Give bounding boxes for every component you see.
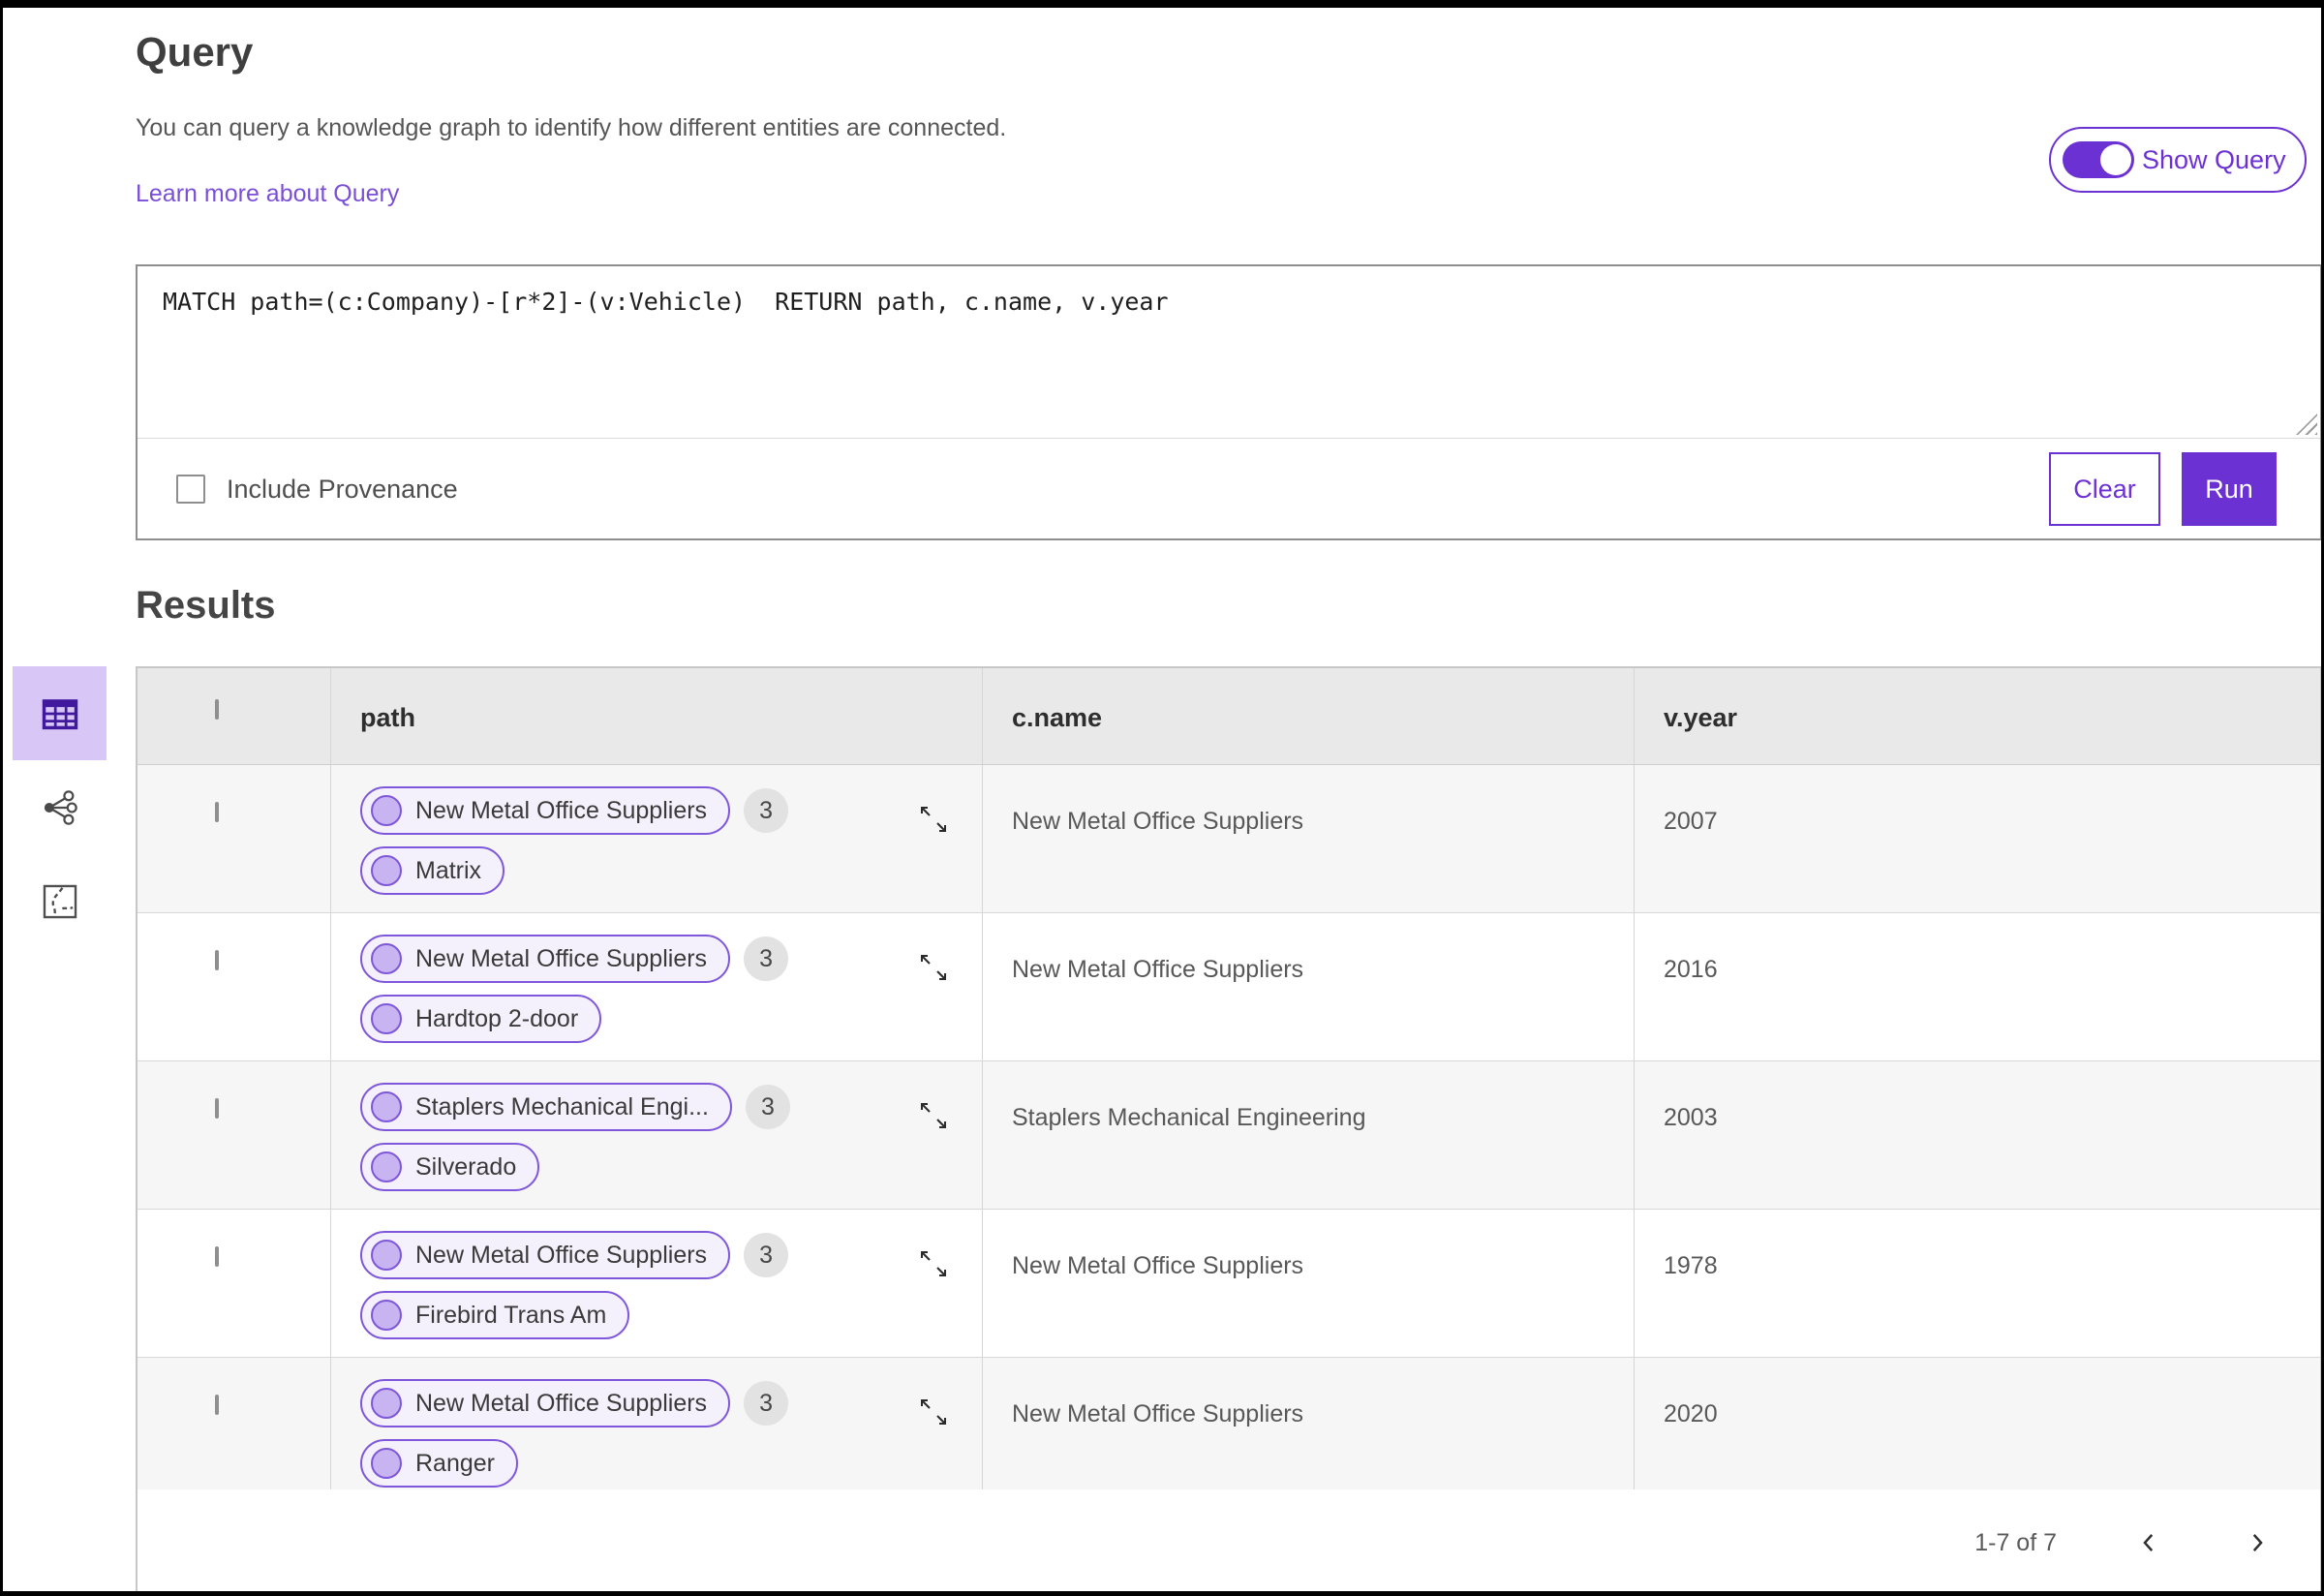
table-row: New Metal Office Suppliers 3 Ranger New … bbox=[138, 1358, 2320, 1489]
pagination-range: 1-7 of 7 bbox=[1974, 1528, 2057, 1556]
node-dot-icon bbox=[371, 943, 402, 974]
expand-path-icon[interactable] bbox=[916, 950, 951, 985]
path-start-node-pill[interactable]: Staplers Mechanical Engi... bbox=[360, 1083, 732, 1131]
run-button[interactable]: Run bbox=[2182, 452, 2277, 526]
path-end-node-pill[interactable]: Silverado bbox=[360, 1143, 540, 1191]
node-dot-icon bbox=[371, 1091, 402, 1122]
cname-cell: Staplers Mechanical Engineering bbox=[983, 1061, 1635, 1209]
node-dot-icon bbox=[371, 1448, 402, 1479]
column-header-cname[interactable]: c.name bbox=[983, 668, 1635, 764]
path-end-node-pill[interactable]: Hardtop 2-door bbox=[360, 995, 602, 1043]
path-start-label: New Metal Office Suppliers bbox=[415, 1389, 708, 1417]
include-provenance-control[interactable]: Include Provenance bbox=[176, 475, 458, 505]
table-footer: 1-7 of 7 bbox=[138, 1489, 2320, 1591]
path-hop-count-badge: 3 bbox=[744, 788, 789, 833]
include-provenance-checkbox[interactable] bbox=[176, 475, 205, 504]
node-dot-icon bbox=[371, 855, 402, 886]
path-start-node-pill[interactable]: New Metal Office Suppliers bbox=[360, 786, 731, 835]
path-end-label: Firebird Trans Am bbox=[415, 1301, 607, 1329]
graph-view-button[interactable] bbox=[13, 760, 107, 854]
node-dot-icon bbox=[371, 1240, 402, 1271]
table-row: Staplers Mechanical Engi... 3 Silverado bbox=[138, 1061, 2320, 1210]
path-hop-count-badge: 3 bbox=[744, 1381, 789, 1426]
path-end-label: Ranger bbox=[415, 1449, 495, 1477]
show-query-label: Show Query bbox=[2142, 144, 2286, 174]
path-start-label: New Metal Office Suppliers bbox=[415, 796, 708, 824]
graph-icon bbox=[41, 788, 79, 827]
cname-cell: New Metal Office Suppliers bbox=[983, 913, 1635, 1060]
row-checkbox[interactable] bbox=[215, 802, 219, 822]
page-title: Query bbox=[136, 29, 254, 75]
query-panel: MATCH path=(c:Company)-[r*2]-(v:Vehicle)… bbox=[136, 264, 2321, 540]
path-end-node-pill[interactable]: Matrix bbox=[360, 846, 505, 895]
path-start-node-pill[interactable]: New Metal Office Suppliers bbox=[360, 1379, 731, 1427]
path-end-node-pill[interactable]: Firebird Trans Am bbox=[360, 1291, 630, 1339]
column-header-vyear[interactable]: v.year bbox=[1635, 668, 2320, 764]
vyear-cell: 1978 bbox=[1664, 1252, 1718, 1279]
table-view-button[interactable] bbox=[13, 666, 107, 760]
clear-button[interactable]: Clear bbox=[2049, 452, 2160, 526]
select-all-checkbox[interactable] bbox=[215, 699, 219, 720]
column-header-path[interactable]: path bbox=[331, 668, 983, 764]
row-checkbox[interactable] bbox=[215, 1098, 219, 1119]
toggle-knob bbox=[2100, 144, 2131, 175]
page-description: You can query a knowledge graph to ident… bbox=[136, 114, 1007, 141]
path-end-label: Matrix bbox=[415, 856, 482, 884]
node-dot-icon bbox=[371, 1151, 402, 1182]
map-view-button[interactable] bbox=[13, 854, 107, 948]
previous-page-button[interactable] bbox=[2132, 1526, 2165, 1559]
table-icon bbox=[39, 692, 81, 735]
path-start-label: Staplers Mechanical Engi... bbox=[415, 1092, 709, 1120]
expand-path-icon[interactable] bbox=[916, 1395, 951, 1429]
cname-cell: New Metal Office Suppliers bbox=[983, 1210, 1635, 1357]
results-table: path c.name v.year New Metal Office Supp… bbox=[136, 666, 2321, 1591]
path-start-node-pill[interactable]: New Metal Office Suppliers bbox=[360, 935, 731, 983]
include-provenance-label: Include Provenance bbox=[227, 474, 458, 504]
toggle-switch-icon[interactable] bbox=[2063, 141, 2134, 178]
learn-more-link[interactable]: Learn more about Query bbox=[136, 180, 399, 208]
path-start-label: New Metal Office Suppliers bbox=[415, 1241, 708, 1269]
cname-cell: New Metal Office Suppliers bbox=[983, 765, 1635, 912]
node-dot-icon bbox=[371, 795, 402, 826]
node-dot-icon bbox=[371, 1388, 402, 1419]
table-row: New Metal Office Suppliers 3 Firebird Tr… bbox=[138, 1210, 2320, 1358]
row-checkbox[interactable] bbox=[215, 1395, 219, 1415]
node-dot-icon bbox=[371, 1003, 402, 1034]
path-end-node-pill[interactable]: Ranger bbox=[360, 1439, 518, 1488]
path-start-node-pill[interactable]: New Metal Office Suppliers bbox=[360, 1231, 731, 1279]
view-switcher bbox=[13, 666, 107, 948]
path-start-label: New Metal Office Suppliers bbox=[415, 944, 708, 972]
expand-path-icon[interactable] bbox=[916, 1098, 951, 1133]
table-row: New Metal Office Suppliers 3 Hardtop 2-d… bbox=[138, 913, 2320, 1061]
table-row: New Metal Office Suppliers 3 Matrix New … bbox=[138, 765, 2320, 913]
node-dot-icon bbox=[371, 1300, 402, 1331]
path-hop-count-badge: 3 bbox=[744, 936, 789, 981]
vyear-cell: 2016 bbox=[1664, 956, 1718, 983]
query-page: Query You can query a knowledge graph to… bbox=[3, 8, 2321, 1591]
table-header: path c.name v.year bbox=[138, 668, 2320, 765]
expand-path-icon[interactable] bbox=[916, 1246, 951, 1281]
expand-path-icon[interactable] bbox=[916, 802, 951, 837]
table-body: New Metal Office Suppliers 3 Matrix New … bbox=[138, 765, 2320, 1489]
path-end-label: Hardtop 2-door bbox=[415, 1004, 579, 1032]
vyear-cell: 2020 bbox=[1664, 1400, 1718, 1427]
query-editor[interactable]: MATCH path=(c:Company)-[r*2]-(v:Vehicle)… bbox=[138, 266, 2320, 439]
show-query-toggle[interactable]: Show Query bbox=[2049, 127, 2307, 193]
path-end-label: Silverado bbox=[415, 1152, 517, 1181]
row-checkbox[interactable] bbox=[215, 950, 219, 970]
vyear-cell: 2007 bbox=[1664, 808, 1718, 835]
vyear-cell: 2003 bbox=[1664, 1104, 1718, 1131]
next-page-button[interactable] bbox=[2241, 1526, 2274, 1559]
resize-grip-icon[interactable] bbox=[2296, 414, 2317, 435]
path-hop-count-badge: 3 bbox=[744, 1233, 789, 1277]
results-title: Results bbox=[136, 584, 276, 627]
path-hop-count-badge: 3 bbox=[745, 1085, 790, 1129]
row-checkbox[interactable] bbox=[215, 1246, 219, 1267]
cname-cell: New Metal Office Suppliers bbox=[983, 1358, 1635, 1489]
query-text[interactable]: MATCH path=(c:Company)-[r*2]-(v:Vehicle)… bbox=[163, 288, 1169, 316]
map-icon bbox=[42, 883, 78, 920]
query-footer: Include Provenance Clear Run bbox=[138, 439, 2320, 539]
